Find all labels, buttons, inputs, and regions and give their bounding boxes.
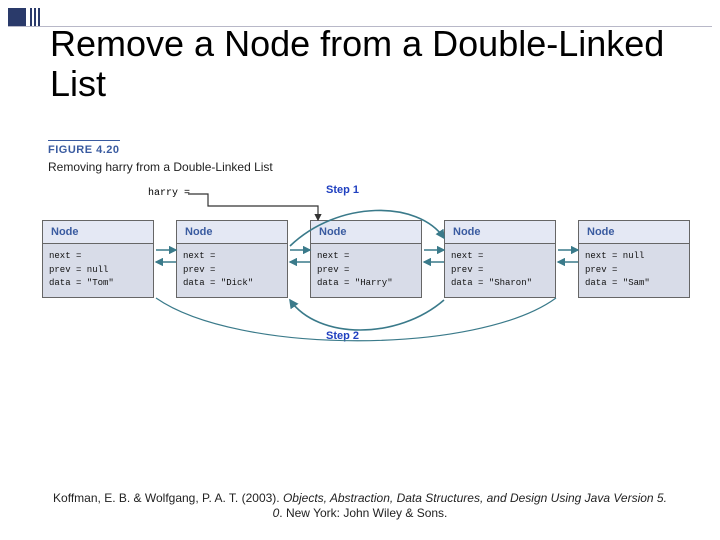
node-header: Node: [177, 221, 287, 244]
node-body: next = prev = data = "Sharon": [445, 244, 555, 297]
citation: Koffman, E. B. & Wolfgang, P. A. T. (200…: [50, 491, 670, 522]
node-3: Node next = prev = data = "Harry": [310, 220, 422, 298]
node-body: next = prev = data = "Dick": [177, 244, 287, 297]
node-body: next = prev = null data = "Tom": [43, 244, 153, 297]
node-header: Node: [43, 221, 153, 244]
figure-label: FIGURE 4.20: [48, 144, 120, 156]
node-data: data = "Sam": [585, 277, 683, 291]
node-data: data = "Sharon": [451, 277, 549, 291]
node-data: data = "Tom": [49, 277, 147, 291]
node-next: next =: [451, 250, 549, 264]
node-header: Node: [445, 221, 555, 244]
diagram: harry = Step 1 Step 2 Node next = prev =…: [38, 180, 698, 360]
figure-caption: Removing harry from a Double-Linked List: [48, 160, 273, 174]
citation-part2: . New York: John Wiley & Sons.: [279, 506, 447, 520]
slide-title: Remove a Node from a Double-Linked List: [50, 24, 720, 103]
citation-part1: Koffman, E. B. & Wolfgang, P. A. T. (200…: [53, 491, 283, 505]
node-prev: prev = null: [49, 264, 147, 278]
node-next: next =: [183, 250, 281, 264]
node-header: Node: [311, 221, 421, 244]
node-prev: prev =: [451, 264, 549, 278]
node-1: Node next = prev = null data = "Tom": [42, 220, 154, 298]
node-2: Node next = prev = data = "Dick": [176, 220, 288, 298]
step-1-label: Step 1: [326, 184, 359, 196]
figure-rule: [48, 140, 120, 141]
node-prev: prev =: [317, 264, 415, 278]
harry-pointer-label: harry =: [148, 188, 190, 199]
node-5: Node next = null prev = data = "Sam": [578, 220, 690, 298]
node-next: next =: [49, 250, 147, 264]
node-body: next = null prev = data = "Sam": [579, 244, 689, 297]
step-2-label: Step 2: [326, 330, 359, 342]
node-data: data = "Harry": [317, 277, 415, 291]
node-body: next = prev = data = "Harry": [311, 244, 421, 297]
node-header: Node: [579, 221, 689, 244]
node-next: next =: [317, 250, 415, 264]
node-prev: prev =: [183, 264, 281, 278]
node-4: Node next = prev = data = "Sharon": [444, 220, 556, 298]
node-prev: prev =: [585, 264, 683, 278]
slide-corner-bars: [30, 8, 40, 26]
node-next: next = null: [585, 250, 683, 264]
slide-corner-box: [8, 8, 26, 26]
node-data: data = "Dick": [183, 277, 281, 291]
